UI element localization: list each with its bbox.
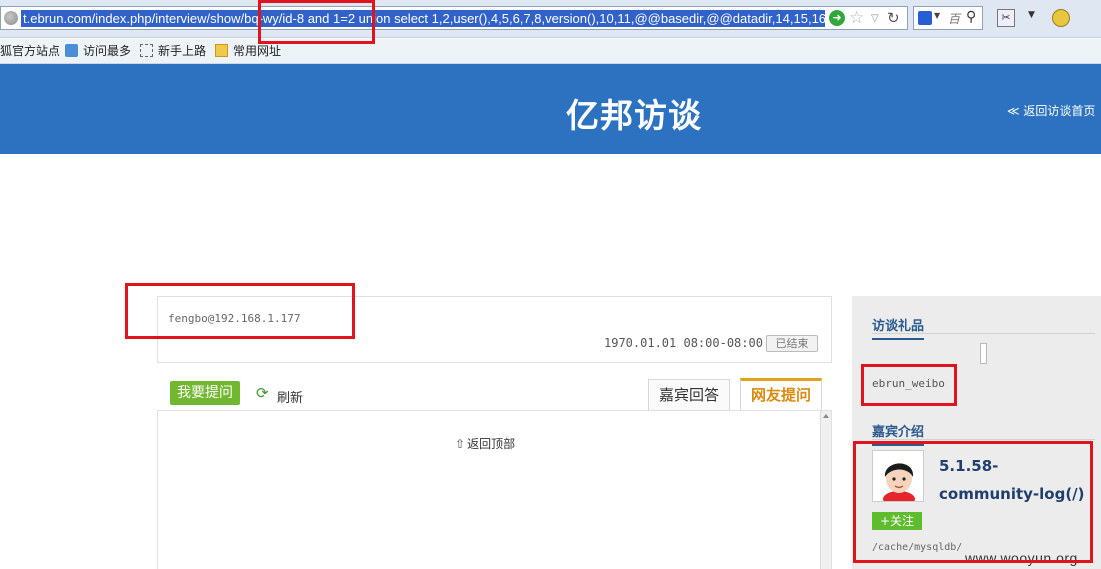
question-card: fengbo@192.168.1.177 1970.01.01 08:00-08…: [157, 296, 832, 363]
bookmark-item[interactable]: 访问最多: [65, 43, 131, 59]
guest-description: /cache/mysqldb/: [872, 542, 963, 553]
search-bar[interactable]: 🐾 ▼ 百 ⚲: [913, 6, 983, 30]
bookmark-item[interactable]: 常用网址: [215, 43, 281, 59]
search-engine-icon[interactable]: 🐾: [918, 11, 932, 25]
interview-datetime: 1970.01.01 08:00-08:00: [604, 336, 763, 350]
bookmark-label: 常用网址: [233, 44, 282, 58]
divider: [872, 333, 1095, 334]
asker-text: fengbo@192.168.1.177: [168, 312, 301, 325]
site-header: 亿邦访谈 ≪ 返回访谈首页: [0, 64, 1101, 154]
star-icon[interactable]: ☆: [849, 8, 864, 28]
bookmark-item[interactable]: 狐官方站点: [0, 43, 60, 59]
back-to-top-link[interactable]: ⇧ 返回顶部: [455, 435, 515, 452]
search-input[interactable]: 百: [948, 10, 960, 27]
chevron-down-icon[interactable]: ▼: [934, 11, 940, 20]
scrollbar[interactable]: [820, 411, 831, 569]
extension-icon[interactable]: [1052, 9, 1070, 27]
browser-toolbar: t.ebrun.com/index.php/interview/show/bq-…: [0, 0, 1101, 38]
bookmark-label: 新手上路: [158, 44, 207, 58]
watermark: www.wooyun.org: [965, 550, 1078, 566]
tab-guest-answers[interactable]: 嘉宾回答: [648, 379, 730, 410]
scroll-up-icon[interactable]: [823, 414, 829, 418]
bookmark-item[interactable]: 新手上路: [140, 43, 206, 59]
folder-icon: [215, 44, 228, 57]
page-title: 亿邦访谈: [566, 96, 702, 135]
refresh-link[interactable]: 刷新: [277, 387, 303, 406]
search-icon[interactable]: ⚲: [966, 9, 976, 25]
gift-username: ebrun_weibo: [872, 377, 945, 390]
folder-search-icon: [65, 44, 78, 57]
ask-question-button[interactable]: 我要提问: [170, 381, 240, 405]
tab-netizen-questions[interactable]: 网友提问: [740, 378, 822, 411]
url-text[interactable]: t.ebrun.com/index.php/interview/show/bq-…: [21, 10, 825, 27]
globe-icon: [4, 11, 18, 25]
avatar-image: [873, 451, 923, 501]
reload-icon[interactable]: ↻: [887, 8, 900, 28]
sidebar: 访谈礼品 ebrun_weibo 嘉宾介绍 5.1.58-community-l…: [852, 296, 1101, 569]
arrow-up-icon: ⇧: [455, 437, 466, 451]
screenshot-tool-icon[interactable]: ✂: [997, 9, 1015, 27]
follow-button[interactable]: +关注: [872, 512, 922, 530]
bookmarks-bar: 狐官方站点 访问最多 新手上路 常用网址: [0, 39, 1101, 64]
status-badge: 已结束: [766, 335, 818, 352]
guest-name[interactable]: 5.1.58-community-log(/): [939, 452, 1089, 508]
back-to-top-label: 返回顶部: [467, 437, 516, 451]
question-list-panel: ⇧ 返回顶部: [157, 410, 832, 569]
chevron-down-icon[interactable]: ▼: [1028, 10, 1035, 20]
divider: [872, 439, 1095, 440]
gift-input[interactable]: [980, 343, 987, 364]
go-arrow-icon[interactable]: ➜: [829, 10, 845, 26]
gift-heading: 访谈礼品: [872, 315, 925, 340]
bookmark-label: 访问最多: [83, 44, 132, 58]
bookmark-label: 狐官方站点: [0, 44, 61, 58]
guest-heading: 嘉宾介绍: [872, 421, 925, 446]
back-to-home-link[interactable]: ≪ 返回访谈首页: [1007, 102, 1095, 119]
refresh-icon[interactable]: ⟳: [256, 385, 269, 401]
avatar[interactable]: [872, 450, 924, 502]
page-icon: [140, 44, 153, 57]
chevron-down-icon[interactable]: ▽: [871, 10, 879, 28]
url-bar[interactable]: t.ebrun.com/index.php/interview/show/bq-…: [0, 6, 908, 30]
